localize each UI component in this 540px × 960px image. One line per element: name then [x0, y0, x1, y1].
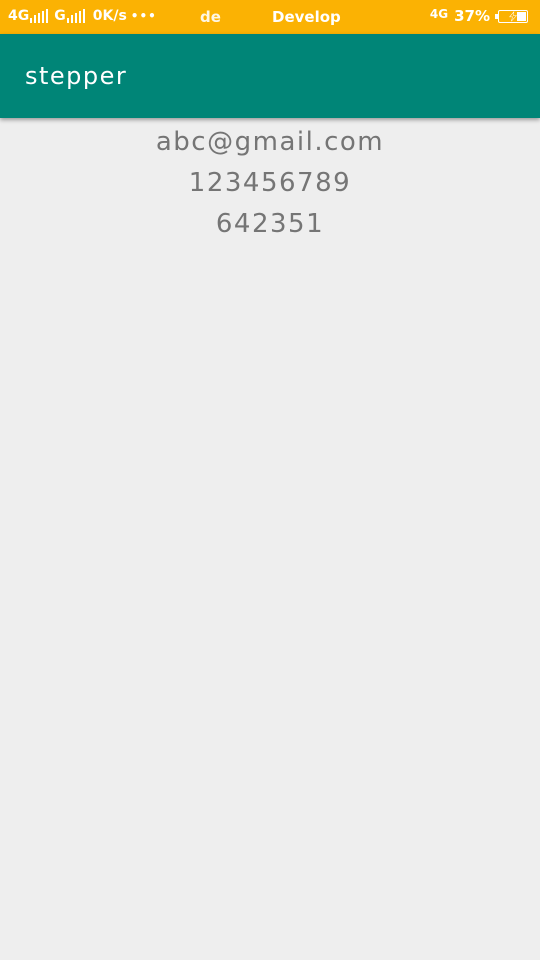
battery-percent: 37% — [454, 7, 490, 25]
more-notifications-icon: ••• — [130, 9, 157, 23]
email-text: abc@gmail.com — [155, 127, 385, 157]
app-bar: stepper — [0, 34, 540, 118]
network-speed: 0K/s — [92, 8, 127, 24]
charging-bolt-icon — [509, 10, 517, 21]
network-type-icon: 4G — [429, 7, 449, 21]
app-title: stepper — [25, 62, 128, 90]
sim1-signal-icon — [30, 9, 50, 23]
status-bar: 4G G 0K/s ••• de Develop 4G 37% — [0, 0, 540, 34]
notification-ticker-left: de — [200, 8, 221, 26]
status-bar-right: 4G 37% — [430, 6, 528, 26]
phone-text: 123456789 — [188, 168, 352, 198]
status-bar-left: 4G G 0K/s ••• — [8, 7, 157, 25]
notification-ticker-right: Develop — [272, 8, 341, 26]
sim2-signal-icon — [66, 9, 87, 23]
battery-icon — [495, 9, 528, 23]
sim1-network-label: 4G — [8, 8, 30, 24]
content-area: abc@gmail.com 123456789 642351 — [0, 118, 540, 245]
sim2-network-label: G — [54, 8, 66, 24]
code-text: 642351 — [215, 209, 325, 239]
